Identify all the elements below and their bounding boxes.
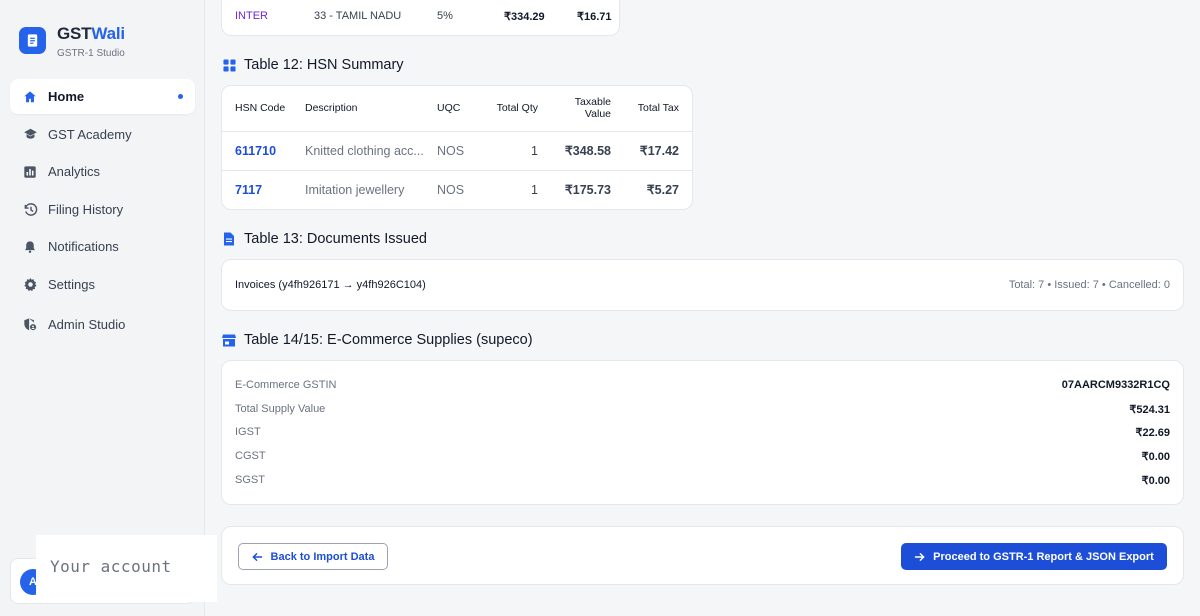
- table-header-row: HSN Code Description UQC Total Qty Taxab…: [222, 86, 692, 132]
- documents-section-title: Table 13: Documents Issued: [222, 231, 427, 247]
- table-row[interactable]: 7117 Imitation jewellery NOS 1 ₹175.73 ₹…: [222, 170, 692, 209]
- row-value: ₹0.00: [1141, 475, 1170, 487]
- sidebar-item-analytics[interactable]: Analytics: [10, 154, 195, 189]
- home-icon: [22, 89, 38, 105]
- total-tax-cell: ₹5.27: [646, 183, 679, 198]
- history-icon: [22, 201, 38, 217]
- section-title-text: Table 14/15: E-Commerce Supplies (supeco…: [244, 332, 533, 348]
- admin-shield-icon: [22, 316, 38, 332]
- proceed-to-report-button[interactable]: Proceed to GSTR-1 Report & JSON Export: [901, 543, 1167, 570]
- sidebar-item-label: Settings: [48, 276, 95, 292]
- bell-icon: [22, 239, 38, 255]
- rate-cell: 5%: [437, 10, 453, 22]
- row-label: IGST: [235, 426, 261, 438]
- row-label: SGST: [235, 474, 265, 486]
- sidebar-item-label: Filing History: [48, 201, 124, 217]
- account-tooltip-label: Your account: [50, 557, 172, 576]
- qty-cell: 1: [476, 131, 538, 171]
- sidebar-item-label: Home: [48, 89, 85, 104]
- sidebar-item-settings[interactable]: Settings: [10, 267, 195, 302]
- row-value: 07AARCM9332R1CQ: [1061, 379, 1170, 391]
- sidebar-item-label: GST Academy: [48, 126, 132, 142]
- active-indicator-dot: [178, 94, 183, 99]
- ecommerce-row: E-Commerce GSTIN 07AARCM9332R1CQ: [235, 379, 1170, 395]
- ecommerce-row: IGST ₹22.69: [235, 426, 1170, 442]
- row-value: ₹22.69: [1135, 427, 1170, 439]
- analytics-icon: [22, 164, 38, 180]
- hsn-section-title: Table 12: HSN Summary: [222, 57, 404, 73]
- hsn-table: HSN Code Description UQC Total Qty Taxab…: [222, 86, 692, 209]
- sidebar-item-label: Notifications: [48, 239, 119, 254]
- hsn-table-card: HSN Code Description UQC Total Qty Taxab…: [221, 85, 693, 210]
- ecommerce-row: CGST ₹0.00: [235, 450, 1170, 466]
- arrow-right-icon: [914, 552, 925, 562]
- sidebar-nav: Home GST Academy Analytics Filing Histor…: [10, 79, 195, 344]
- row-label: E-Commerce GSTIN: [235, 379, 337, 391]
- tax-cell: ₹16.71: [577, 11, 612, 23]
- ecommerce-row: SGST ₹0.00: [235, 474, 1170, 490]
- uqc-cell: NOS: [437, 182, 465, 197]
- store-icon: [222, 333, 236, 347]
- ecommerce-row: Total Supply Value ₹524.31: [235, 403, 1170, 419]
- taxable-value-cell: ₹175.73: [564, 183, 611, 198]
- ecommerce-card: E-Commerce GSTIN 07AARCM9332R1CQ Total S…: [221, 360, 1184, 505]
- description-cell: Imitation jewellery: [305, 183, 405, 198]
- sidebar: GSTWali GSTR-1 Studio Home GST Academy A…: [0, 0, 205, 616]
- taxable-value-cell: ₹334.29: [504, 11, 545, 23]
- arrow-left-icon: [251, 552, 263, 562]
- place-of-supply-cell: 33 - TAMIL NADU: [314, 10, 402, 22]
- graduation-cap-icon: [22, 126, 38, 142]
- column-header: Taxable Value: [538, 86, 624, 132]
- qty-cell: 1: [531, 182, 538, 197]
- section-title-text: Table 12: HSN Summary: [244, 57, 404, 73]
- supply-type-cell: INTER: [235, 10, 268, 22]
- account-tooltip: Your account: [36, 535, 217, 602]
- sidebar-item-home[interactable]: Home: [10, 79, 195, 114]
- back-to-import-button[interactable]: Back to Import Data: [238, 543, 388, 570]
- sidebar-item-label: Analytics: [48, 164, 101, 179]
- column-header: HSN Code: [222, 86, 292, 132]
- button-label: Back to Import Data: [270, 550, 375, 563]
- taxable-value-cell: ₹348.58: [538, 131, 624, 171]
- row-value: ₹0.00: [1141, 451, 1170, 463]
- sidebar-item-filing-history[interactable]: Filing History: [10, 192, 195, 227]
- documents-summary: Total: 7 • Issued: 7 • Cancelled: 0: [1008, 279, 1170, 291]
- documents-card: Invoices (y4fh926171 → y4fh926C104) Tota…: [221, 259, 1184, 311]
- actions-card: Back to Import Data Proceed to GSTR-1 Re…: [221, 526, 1184, 585]
- invoice-range-label: Invoices (y4fh926171 → y4fh926C104): [235, 279, 426, 291]
- sidebar-item-label: Admin Studio: [48, 316, 126, 332]
- column-header: Total Qty: [476, 86, 538, 132]
- uqc-cell: NOS: [432, 131, 476, 171]
- column-header: Description: [292, 86, 432, 132]
- brand-name: GSTWali: [57, 24, 125, 43]
- previous-table-card: INTER 33 - TAMIL NADU 5% ₹334.29 ₹16.71: [221, 0, 620, 36]
- description-cell: Knitted clothing acc...: [292, 131, 432, 171]
- column-header: UQC: [432, 86, 476, 132]
- row-label: Total Supply Value: [235, 403, 326, 415]
- table-row[interactable]: 611710 Knitted clothing acc... NOS 1 ₹34…: [222, 131, 692, 171]
- brand-subtitle: GSTR-1 Studio: [57, 48, 125, 59]
- gear-icon: [22, 276, 38, 292]
- row-value: ₹524.31: [1129, 404, 1170, 416]
- button-label: Proceed to GSTR-1 Report & JSON Export: [933, 550, 1154, 563]
- hsn-code-cell[interactable]: 7117: [222, 170, 292, 209]
- grid-icon: [222, 58, 236, 72]
- sidebar-item-notifications[interactable]: Notifications: [10, 229, 195, 264]
- sidebar-item-gst-academy[interactable]: GST Academy: [10, 117, 195, 152]
- section-title-text: Table 13: Documents Issued: [244, 231, 427, 247]
- column-header: Total Tax: [624, 86, 692, 132]
- total-tax-cell: ₹17.42: [624, 131, 692, 171]
- sidebar-item-admin-studio[interactable]: Admin Studio: [10, 307, 195, 342]
- ecommerce-section-title: Table 14/15: E-Commerce Supplies (supeco…: [222, 332, 533, 348]
- document-logo-icon: [19, 27, 46, 54]
- row-label: CGST: [235, 450, 266, 462]
- hsn-code-cell[interactable]: 611710: [222, 131, 292, 171]
- document-icon: [222, 232, 236, 246]
- brand[interactable]: GSTWali GSTR-1 Studio: [19, 24, 125, 59]
